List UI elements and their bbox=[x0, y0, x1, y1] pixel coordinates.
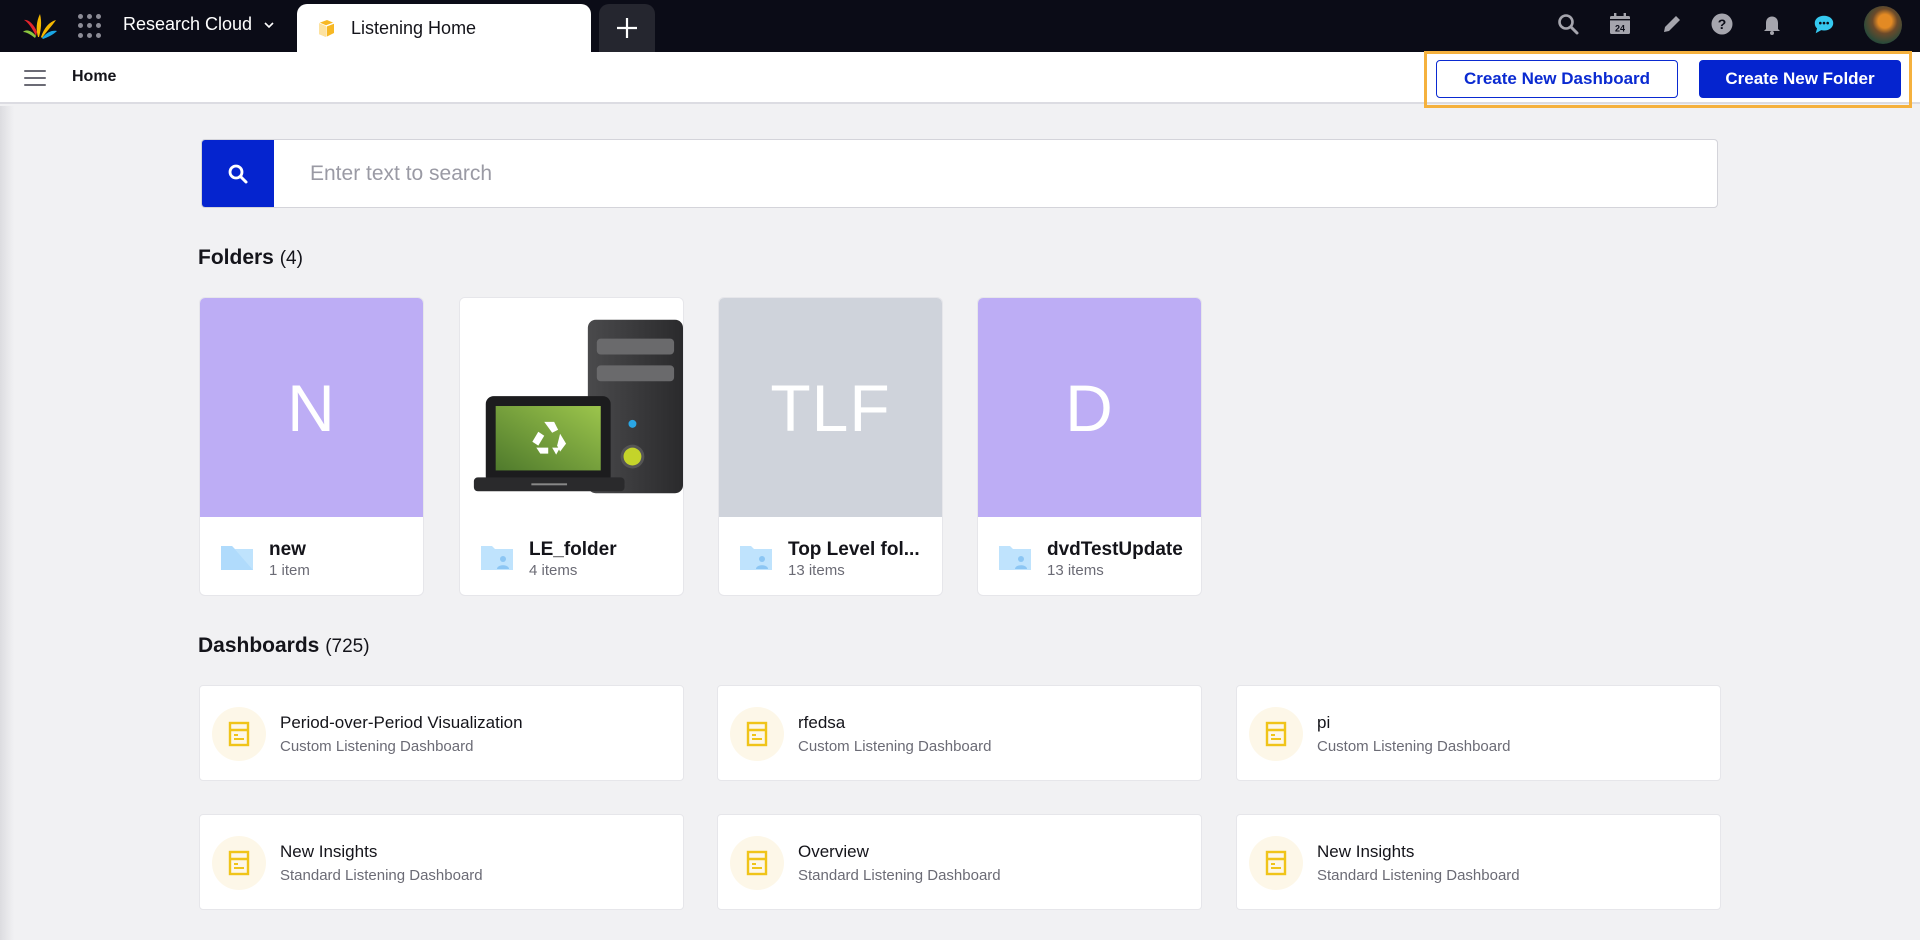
search-button[interactable] bbox=[202, 140, 274, 207]
dashboard-card[interactable]: Overview Standard Listening Dashboard bbox=[717, 814, 1202, 910]
tab-label: Listening Home bbox=[351, 17, 477, 38]
folder-thumbnail: N bbox=[200, 298, 423, 517]
folder-name: dvdTestUpdate bbox=[1047, 539, 1183, 560]
add-tab-button[interactable] bbox=[599, 4, 655, 52]
folder-card[interactable]: N new 1 item bbox=[199, 297, 424, 596]
folder-name: LE_folder bbox=[529, 539, 617, 560]
workspace-selector[interactable]: Research Cloud bbox=[123, 14, 276, 35]
create-new-folder-button[interactable]: Create New Folder bbox=[1699, 60, 1901, 98]
folder-thumbnail bbox=[460, 298, 683, 517]
calendar-icon[interactable]: 24 bbox=[1608, 12, 1632, 36]
folder-thumbnail: TLF bbox=[719, 298, 942, 517]
dashboard-type: Standard Listening Dashboard bbox=[1317, 867, 1520, 884]
workspace-name: Research Cloud bbox=[123, 14, 253, 34]
app-switcher-icon[interactable] bbox=[78, 14, 102, 38]
dashboard-icon bbox=[730, 836, 784, 890]
dashboard-title: pi bbox=[1317, 713, 1331, 732]
dashboard-title: Period-over-Period Visualization bbox=[280, 713, 523, 732]
folder-item-count: 4 items bbox=[529, 562, 578, 579]
folder-item-count: 13 items bbox=[788, 562, 845, 579]
dashboard-card[interactable]: New Insights Standard Listening Dashboar… bbox=[1236, 814, 1721, 910]
folder-initials: TLF bbox=[770, 370, 891, 445]
folder-name: new bbox=[269, 539, 306, 560]
dashboard-card[interactable]: New Insights Standard Listening Dashboar… bbox=[199, 814, 684, 910]
dashboards-count: (725) bbox=[325, 636, 370, 657]
shared-folder-icon bbox=[740, 546, 772, 570]
cube-icon bbox=[318, 20, 335, 37]
folder-initials: D bbox=[1065, 370, 1114, 445]
chevron-down-icon bbox=[264, 21, 274, 28]
chat-icon[interactable] bbox=[1812, 12, 1836, 36]
dashboard-icon bbox=[1249, 707, 1303, 761]
dashboard-title: Overview bbox=[798, 842, 869, 861]
folder-card[interactable]: LE_folder 4 items bbox=[459, 297, 684, 596]
dashboard-icon bbox=[212, 836, 266, 890]
dashboard-icon bbox=[212, 707, 266, 761]
dashboard-title: New Insights bbox=[1317, 842, 1415, 861]
folders-heading: Folders (4) bbox=[198, 246, 303, 270]
user-avatar[interactable] bbox=[1864, 6, 1902, 44]
folders-title: Folders bbox=[198, 246, 274, 269]
search-icon[interactable] bbox=[1556, 12, 1580, 36]
svg-text:?: ? bbox=[1718, 16, 1727, 32]
bell-icon[interactable] bbox=[1760, 12, 1784, 36]
dashboard-card[interactable]: pi Custom Listening Dashboard bbox=[1236, 685, 1721, 781]
folder-name: Top Level fol... bbox=[788, 539, 920, 560]
top-navigation-bar: Research Cloud Listening Home 24 ? bbox=[0, 0, 1920, 52]
folder-item-count: 13 items bbox=[1047, 562, 1104, 579]
dashboard-icon bbox=[730, 707, 784, 761]
search-bar bbox=[201, 139, 1718, 208]
dashboards-heading: Dashboards (725) bbox=[198, 634, 370, 658]
tab-listening-home[interactable]: Listening Home bbox=[297, 4, 591, 52]
dashboard-card[interactable]: Period-over-Period Visualization Custom … bbox=[199, 685, 684, 781]
folder-icon bbox=[221, 546, 253, 570]
sidebar-edge bbox=[0, 106, 14, 940]
dashboard-icon bbox=[1249, 836, 1303, 890]
dashboard-card[interactable]: rfedsa Custom Listening Dashboard bbox=[717, 685, 1202, 781]
dashboard-title: rfedsa bbox=[798, 713, 846, 732]
pencil-icon[interactable] bbox=[1660, 12, 1684, 36]
folder-card[interactable]: D dvdTestUpdate 13 items bbox=[977, 297, 1202, 596]
computer-recycle-image bbox=[473, 319, 683, 494]
menu-icon[interactable] bbox=[24, 70, 46, 86]
svg-text:24: 24 bbox=[1615, 24, 1625, 34]
search-input[interactable] bbox=[274, 140, 1717, 207]
dashboard-type: Custom Listening Dashboard bbox=[1317, 738, 1511, 755]
brand-logo-icon[interactable] bbox=[22, 10, 58, 40]
dashboard-type: Custom Listening Dashboard bbox=[798, 738, 992, 755]
create-new-dashboard-button[interactable]: Create New Dashboard bbox=[1436, 60, 1678, 98]
folder-thumbnail: D bbox=[978, 298, 1201, 517]
shared-folder-icon bbox=[481, 546, 513, 570]
dashboard-type: Custom Listening Dashboard bbox=[280, 738, 474, 755]
shared-folder-icon bbox=[999, 546, 1031, 570]
plus-icon bbox=[617, 18, 637, 38]
dashboard-type: Standard Listening Dashboard bbox=[280, 867, 483, 884]
folder-item-count: 1 item bbox=[269, 562, 310, 579]
search-icon bbox=[228, 164, 248, 183]
folder-card[interactable]: TLF Top Level fol... 13 items bbox=[718, 297, 943, 596]
breadcrumb-home[interactable]: Home bbox=[72, 68, 116, 86]
dashboard-title: New Insights bbox=[280, 842, 378, 861]
folder-initials: N bbox=[287, 370, 336, 445]
help-icon[interactable]: ? bbox=[1710, 12, 1734, 36]
dashboards-title: Dashboards bbox=[198, 634, 320, 657]
folders-count: (4) bbox=[279, 248, 303, 269]
dashboard-type: Standard Listening Dashboard bbox=[798, 867, 1001, 884]
